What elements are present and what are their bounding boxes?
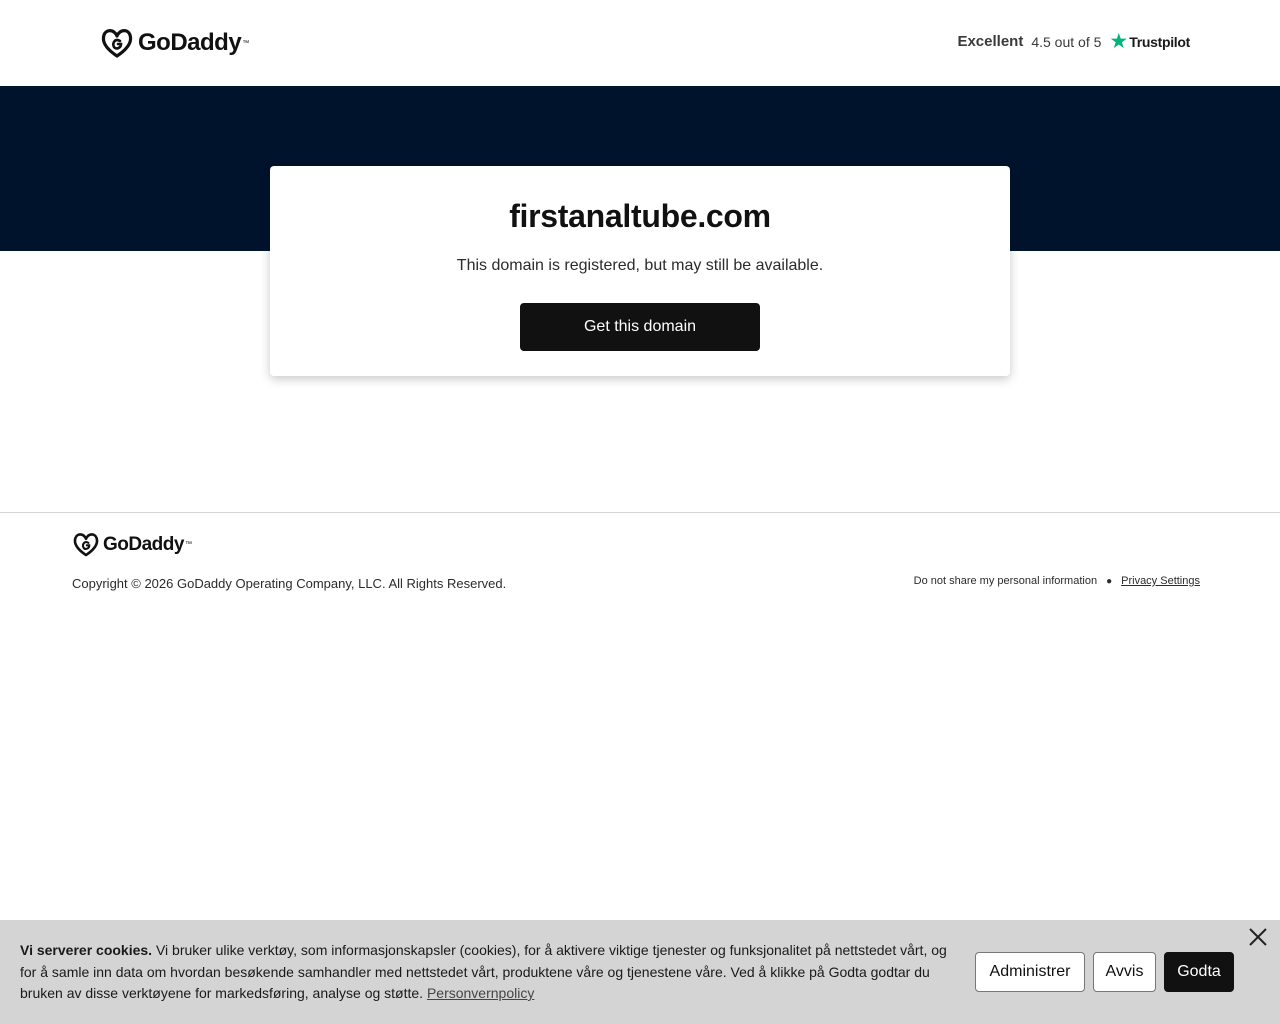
separator-dot: ● [1106,575,1113,587]
manage-cookies-button[interactable]: Administrer [975,952,1085,992]
trustpilot-score: 4.5 out of 5 [1031,33,1102,50]
privacy-settings-link[interactable]: Privacy Settings [1121,575,1200,587]
copyright-text: Copyright © 2026 GoDaddy Operating Compa… [72,576,507,591]
domain-status-text: This domain is registered, but may still… [456,257,824,274]
footer-godaddy-logo[interactable]: GoDaddy ™ [73,532,192,557]
godaddy-logo-icon [101,29,133,58]
do-not-share-link[interactable]: Do not share my personal information [914,575,1097,587]
trademark-mark: ™ [242,39,250,47]
reject-cookies-button[interactable]: Avvis [1093,952,1156,992]
trustpilot-rating[interactable]: Excellent 4.5 out of 5 ★ Trustpilot [957,31,1190,52]
footer-brand-name: GoDaddy [103,533,184,555]
godaddy-logo[interactable]: GoDaddy ™ [101,28,249,58]
get-this-domain-button[interactable]: Get this domain [520,303,760,351]
domain-name: firstanaltube.com [509,198,771,234]
brand-name: GoDaddy [138,29,242,56]
godaddy-logo-icon [73,533,99,557]
footer-divider [0,512,1280,513]
cookie-message: Vi serverer cookies. Vi bruker ulike ver… [20,940,960,1005]
trustpilot-brand: Trustpilot [1129,33,1190,50]
close-icon[interactable] [1245,924,1271,950]
cookie-banner: Vi serverer cookies. Vi bruker ulike ver… [0,920,1280,1024]
trademark-mark: ™ [184,541,192,548]
site-header: GoDaddy ™ Excellent 4.5 out of 5 ★ Trustp… [0,0,1280,86]
privacy-policy-link[interactable]: Personvernpolicy [427,985,534,1001]
trustpilot-rating-word: Excellent [957,33,1024,50]
star-icon: ★ [1109,30,1129,53]
domain-card: firstanaltube.com This domain is registe… [270,166,1010,376]
accept-cookies-button[interactable]: Godta [1164,952,1234,992]
cookie-heading: Vi serverer cookies. [20,942,153,958]
footer-links: Do not share my personal information ● P… [914,575,1200,587]
